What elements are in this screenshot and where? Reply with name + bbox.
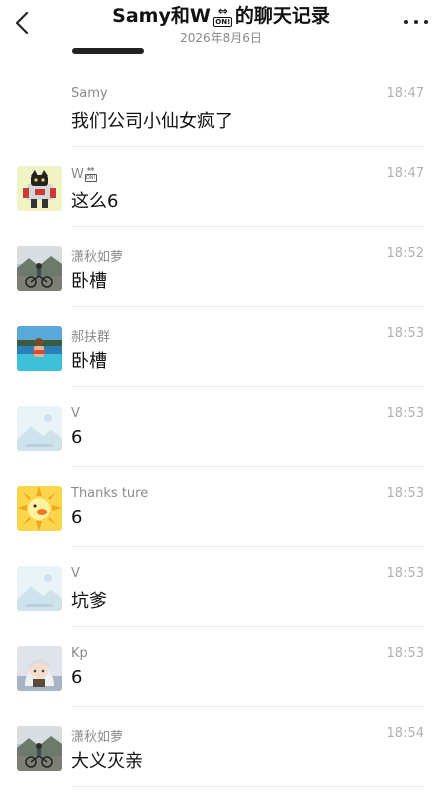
robot-cat-avatar[interactable] xyxy=(17,166,62,211)
chat-message[interactable]: 郝扶群 18:53 卧槽 xyxy=(0,307,442,387)
title-block: Samy和W ⇔ ON! 的聊天记录 2026年8月6日 xyxy=(80,4,362,46)
swap-arrow: ⇔ xyxy=(86,165,95,175)
message-time: 18:53 xyxy=(386,406,424,421)
title-suffix: 的聊天记录 xyxy=(234,5,330,27)
swap-on-icon: ⇔ ON! xyxy=(212,3,234,27)
message-text: 我们公司小仙女疯了 xyxy=(71,111,233,132)
message-time: 18:47 xyxy=(386,166,424,181)
divider xyxy=(71,786,424,787)
chevron-left-icon xyxy=(15,11,29,35)
chat-date: 2026年8月6日 xyxy=(180,31,262,45)
chat-message[interactable]: W ⇔ ON! 18:47 这么6 xyxy=(0,147,442,227)
message-text: 卧槽 xyxy=(71,351,107,372)
message-time: 18:52 xyxy=(386,246,424,261)
sender-name: Thanks ture xyxy=(71,486,149,501)
more-options-button[interactable] xyxy=(404,12,428,32)
message-text: 这么6 xyxy=(71,191,119,212)
message-time: 18:53 xyxy=(386,486,424,501)
message-text: 6 xyxy=(71,427,83,448)
swap-on-icon: ⇔ ON! xyxy=(84,165,97,182)
pool-photo-avatar[interactable] xyxy=(17,326,62,371)
chat-message[interactable]: V 18:53 坑爹 xyxy=(0,547,442,627)
message-text: 坑爹 xyxy=(71,591,107,612)
message-text: 大义灭亲 xyxy=(71,751,143,772)
placeholder-image-avatar[interactable] xyxy=(17,406,62,451)
cyclist-photo-avatar[interactable] xyxy=(17,246,62,291)
message-time: 18:53 xyxy=(386,646,424,661)
placeholder-image-avatar[interactable] xyxy=(17,566,62,611)
back-button[interactable] xyxy=(10,8,34,38)
previous-media-preview[interactable] xyxy=(72,48,144,54)
sender-name: W ⇔ ON! xyxy=(71,166,97,182)
chat-message[interactable]: Kp 18:53 6 xyxy=(0,627,442,707)
sender-name: Kp xyxy=(71,646,88,661)
anime-girl-avatar[interactable] xyxy=(17,646,62,691)
sender-name: V xyxy=(71,406,80,421)
sender-name: 潇秋如萝 xyxy=(71,250,124,265)
message-time: 18:47 xyxy=(386,86,424,101)
chat-history-header: Samy和W ⇔ ON! 的聊天记录 2026年8月6日 xyxy=(0,0,442,54)
chat-message[interactable]: V 18:53 6 xyxy=(0,387,442,467)
chat-message[interactable]: 潇秋如萝 18:54 大义灭亲 xyxy=(0,707,442,787)
message-text: 6 xyxy=(71,667,83,688)
message-time: 18:53 xyxy=(386,566,424,581)
sender-name: Samy xyxy=(71,86,108,101)
swap-arrow: ⇔ xyxy=(217,3,228,18)
message-time: 18:54 xyxy=(386,726,424,741)
sender-name: 潇秋如萝 xyxy=(71,730,124,745)
chat-message[interactable]: 潇秋如萝 18:52 卧槽 xyxy=(0,227,442,307)
sender-name-text: W xyxy=(71,166,84,182)
page-title: Samy和W ⇔ ON! 的聊天记录 xyxy=(80,4,362,28)
more-dot-icon xyxy=(404,20,408,24)
title-prefix: Samy和W xyxy=(112,5,211,27)
message-time: 18:53 xyxy=(386,326,424,341)
message-text: 卧槽 xyxy=(71,271,107,292)
chat-message[interactable]: Samy 18:47 我们公司小仙女疯了 xyxy=(0,67,442,147)
cyclist-photo-avatar[interactable] xyxy=(17,726,62,771)
sun-duck-avatar[interactable] xyxy=(17,486,62,531)
swap-badge: ON! xyxy=(84,174,97,182)
sender-name: 郝扶群 xyxy=(71,330,111,345)
swap-badge: ON! xyxy=(213,16,233,27)
more-dot-icon xyxy=(424,20,428,24)
more-dot-icon xyxy=(414,20,418,24)
sender-name: V xyxy=(71,566,80,581)
chat-message[interactable]: Thanks ture 18:53 6 xyxy=(0,467,442,547)
message-text: 6 xyxy=(71,507,83,528)
